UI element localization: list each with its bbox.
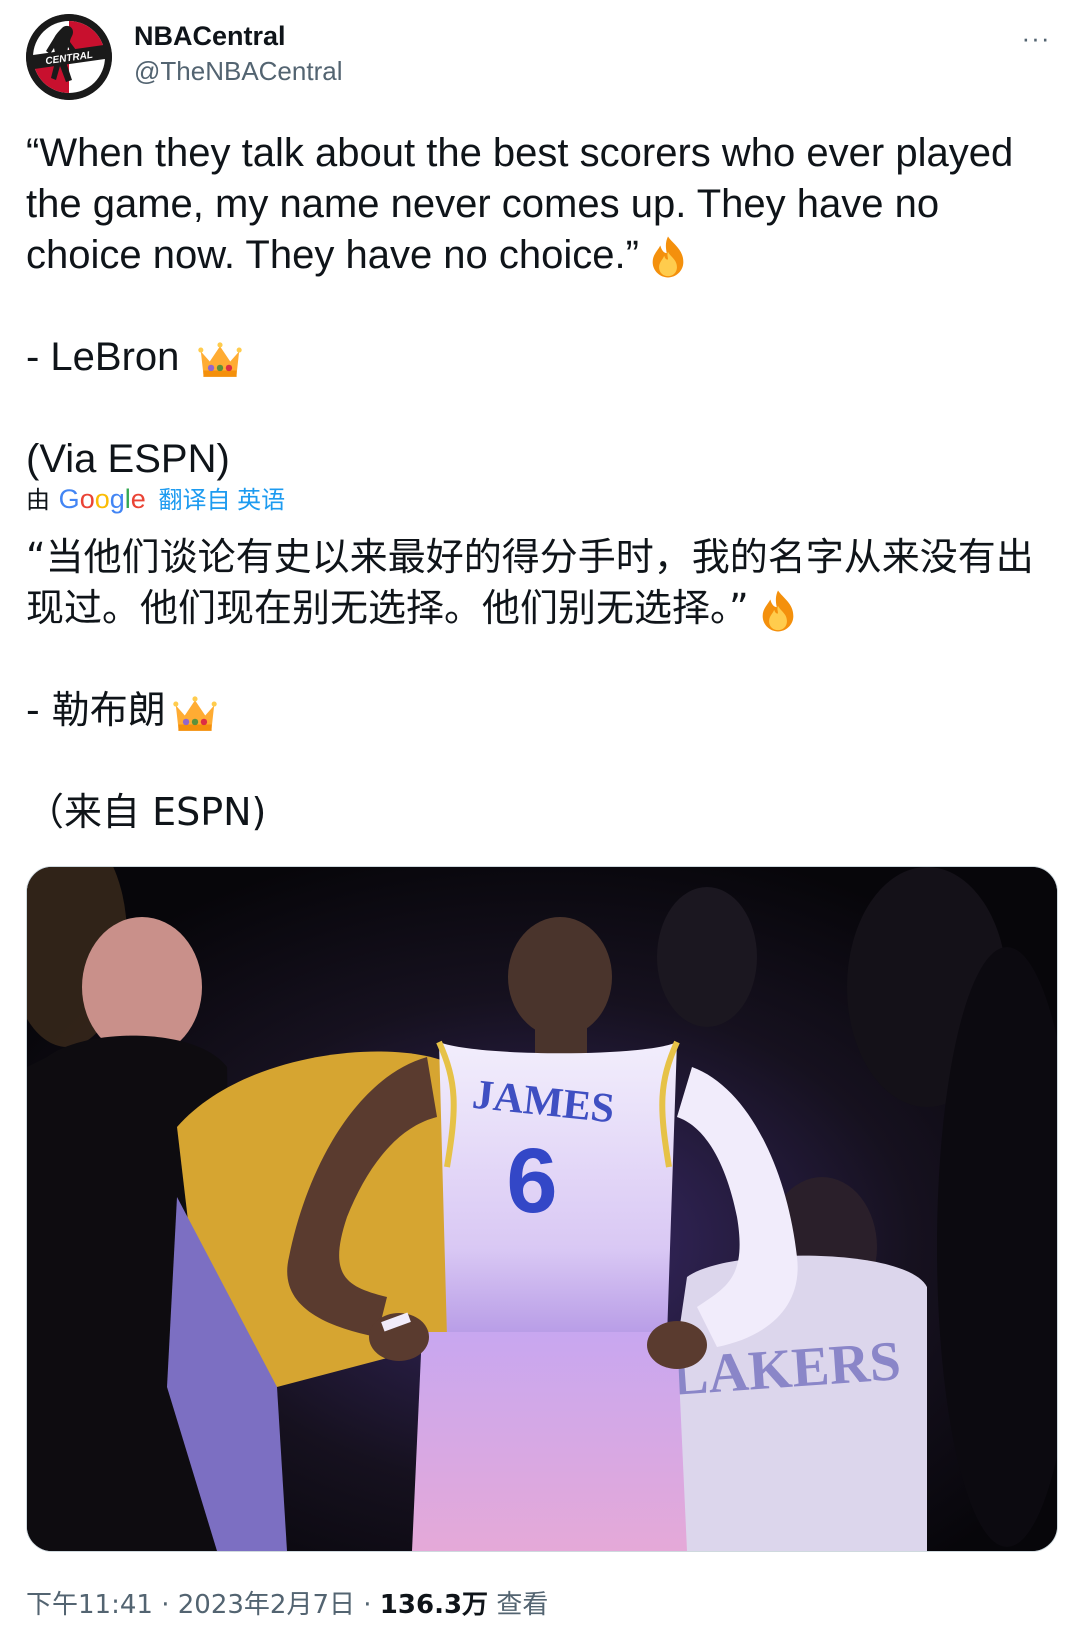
translated-attribution-text: - 勒布朗 — [26, 688, 166, 732]
translation-prefix: 由 — [26, 487, 50, 514]
more-icon[interactable]: ··· — [1018, 24, 1054, 60]
tweet-text: “When they talk about the best scorers w… — [26, 128, 1056, 485]
tweet-attribution: - LeBron — [26, 332, 1056, 383]
tweet-photo[interactable]: LAKERS JAMES 6 — [26, 866, 1058, 1552]
photo-illustration: LAKERS JAMES 6 — [27, 867, 1057, 1551]
translated-text: “当他们谈论有史以来最好的得分手时，我的名字从来没有出现过。他们现在别无选择。他… — [26, 532, 1056, 838]
tweet-quote: “When they talk about the best scorers w… — [26, 128, 1056, 281]
user-handle[interactable]: @TheNBACentral — [134, 54, 342, 88]
translated-quote-text: “当他们谈论有史以来最好的得分手时，我的名字从来没有出现过。他们现在别无选择。他… — [26, 535, 1034, 630]
tweet-meta: 下午11:41 · 2023年2月7日 · 136.3万 查看 — [26, 1584, 548, 1621]
crown-icon — [197, 342, 242, 378]
translation-attribution: 由 Google 翻译自 英语 — [26, 484, 285, 516]
author-names: NBACentral @TheNBACentral — [134, 18, 342, 88]
fire-icon — [762, 590, 794, 631]
crown-icon — [173, 695, 217, 731]
translated-from-link[interactable]: 翻译自 英语 — [158, 487, 285, 514]
translated-source: （来自 ESPN) — [26, 790, 267, 834]
quote-text: “When they talk about the best scorers w… — [26, 131, 1025, 277]
google-logo: Google — [58, 484, 146, 514]
attribution-text: - LeBron — [26, 335, 180, 379]
views-count: 136.3万 — [379, 1590, 489, 1620]
tweet-header: CENTRAL NBACentral @TheNBACentral ··· — [26, 14, 1054, 100]
tweet-time[interactable]: 下午11:41 — [26, 1590, 153, 1620]
tweet-source: (Via ESPN) — [26, 437, 230, 481]
jersey-number: 6 — [506, 1130, 557, 1232]
tweet: CENTRAL NBACentral @TheNBACentral ··· “W… — [0, 0, 1080, 1640]
fire-icon — [652, 236, 684, 278]
meta-separator: · — [161, 1590, 178, 1620]
meta-separator: · — [363, 1590, 380, 1620]
views-label: 查看 — [496, 1590, 549, 1620]
avatar-logo: CENTRAL — [26, 14, 112, 100]
translated-quote: “当他们谈论有史以来最好的得分手时，我的名字从来没有出现过。他们现在别无选择。他… — [26, 532, 1056, 634]
display-name[interactable]: NBACentral — [134, 18, 342, 54]
avatar[interactable]: CENTRAL — [26, 14, 112, 100]
translated-attribution: - 勒布朗 — [26, 685, 1056, 736]
tweet-date[interactable]: 2023年2月7日 — [178, 1590, 355, 1620]
